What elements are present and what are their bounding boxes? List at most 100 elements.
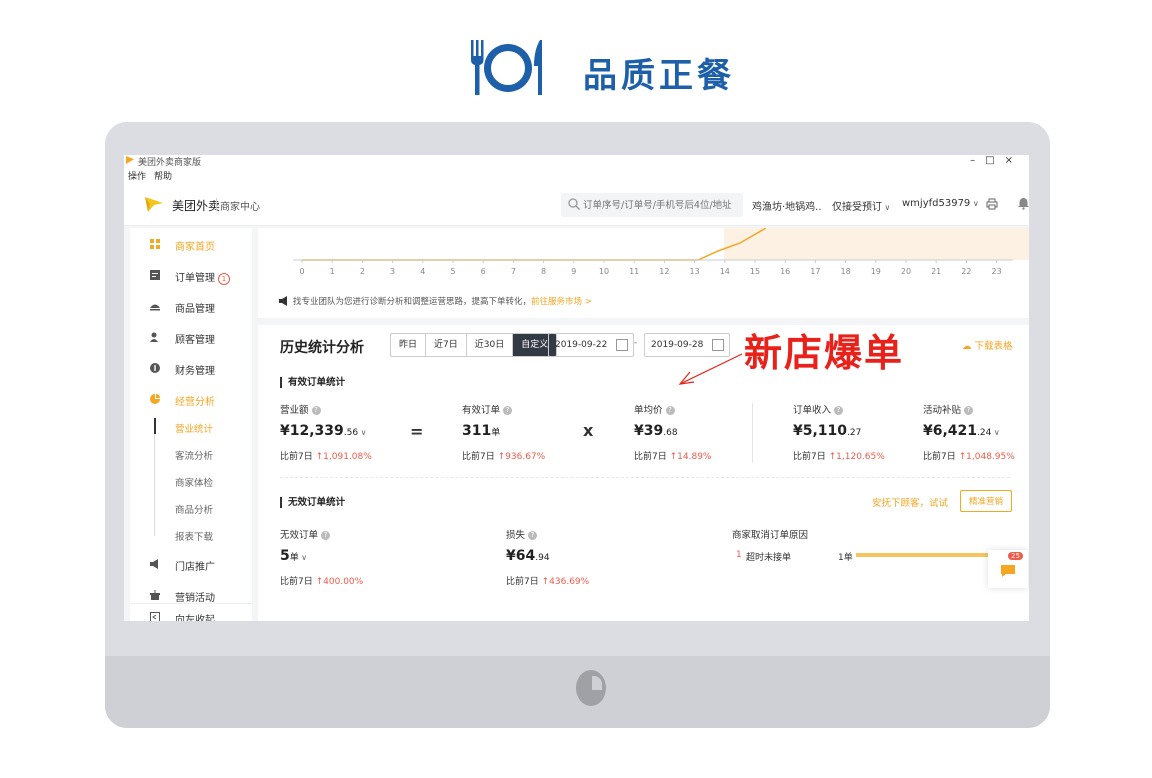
annotation-arrow bbox=[678, 353, 743, 385]
order-mode-dropdown[interactable]: 仅接受预订 ∨ bbox=[832, 198, 890, 213]
printer-icon[interactable] bbox=[986, 198, 998, 210]
sidebar-item-promotion[interactable]: 门店推广 bbox=[130, 553, 252, 577]
submenu-report-download[interactable]: 报表下载 bbox=[175, 529, 213, 543]
x-tick-label: 9 bbox=[571, 267, 576, 276]
submenu-traffic-analysis[interactable]: 客流分析 bbox=[175, 448, 213, 462]
metric-value: ¥5,110 bbox=[793, 423, 848, 439]
sidebar-item-customers[interactable]: 顾客管理 bbox=[130, 326, 252, 350]
close-icon[interactable]: × bbox=[1005, 155, 1023, 166]
sidebar-collapse[interactable]: 向左收起 bbox=[130, 606, 252, 621]
metric-compare-label: 比前7日 bbox=[280, 452, 313, 462]
x-tick-label: 0 bbox=[299, 267, 304, 276]
x-tick-label: 5 bbox=[450, 267, 455, 276]
window-controls[interactable]: –□× bbox=[970, 155, 1023, 166]
service-market-link[interactable]: 前往服务市场 > bbox=[531, 297, 592, 307]
metric-decimal: .68 bbox=[663, 428, 678, 438]
sidebar-item-analysis[interactable]: 经营分析 bbox=[130, 388, 252, 412]
date-to: 2019-09-28 bbox=[651, 340, 704, 350]
metric-label: 单均价 bbox=[634, 405, 663, 416]
trend-area-fill bbox=[724, 228, 1029, 260]
range-30days[interactable]: 近30日 bbox=[467, 334, 514, 356]
metric-decimal: 单 bbox=[289, 553, 299, 563]
hourly-trend-card: 0 1 2 3 4 5 6 7 8 9 10 11 12 13 14 15 16 17 18 19 20 21 22 23 找… bbox=[258, 228, 1029, 318]
metric-decimal: .94 bbox=[535, 553, 550, 563]
range-7days[interactable]: 近7日 bbox=[426, 334, 467, 356]
submenu-line bbox=[154, 418, 155, 536]
top-nav: 美团外卖 商家中心 鸡渔坊·地锅鸡.. 仅接受预订 ∨ wmjyfd53979 … bbox=[124, 185, 1029, 226]
download-table-button[interactable]: ☁ 下载表格 bbox=[962, 338, 1013, 352]
range-yesterday[interactable]: 昨日 bbox=[391, 334, 427, 356]
chevron-down-icon[interactable]: ∨ bbox=[358, 428, 367, 437]
x-tick-label: 18 bbox=[841, 267, 851, 276]
section-divider bbox=[280, 477, 1010, 479]
metric-value: 311 bbox=[462, 423, 492, 439]
submenu-product-analysis[interactable]: 商品分析 bbox=[175, 502, 213, 516]
help-icon[interactable]: ? bbox=[503, 406, 513, 415]
sidebar-item-label: 经营分析 bbox=[175, 397, 215, 408]
search-icon bbox=[568, 198, 580, 210]
precision-marketing-button[interactable]: 精准营销 bbox=[960, 490, 1013, 512]
finance-icon bbox=[150, 363, 160, 373]
metric-change: ↑436.69% bbox=[541, 577, 590, 587]
range-selector[interactable]: 昨日 近7日 近30日 自定义 bbox=[390, 333, 558, 357]
date-from-picker[interactable]: 2019-09-22 bbox=[548, 333, 634, 357]
submenu-shop-checkup[interactable]: 商家体检 bbox=[175, 475, 213, 489]
x-tick-label: 2 bbox=[360, 267, 365, 276]
metric-label: 营业额 bbox=[280, 405, 309, 416]
shop-name[interactable]: 鸡渔坊·地锅鸡.. bbox=[752, 198, 822, 213]
menu-operate[interactable]: 操作 bbox=[128, 172, 146, 182]
metric-change: ↑1,091.08% bbox=[315, 452, 372, 462]
x-tick-label: 21 bbox=[931, 267, 941, 276]
x-axis-ticks: 0 1 2 3 4 5 6 7 8 9 10 11 12 13 14 15 16 17 18 19 20 21 22 23 bbox=[299, 260, 1002, 276]
order-count-badge: 1 bbox=[218, 273, 230, 285]
order-search-box[interactable] bbox=[561, 193, 743, 217]
gift-icon bbox=[150, 590, 160, 600]
annotation-text: 新店爆单 bbox=[744, 330, 905, 375]
submenu-business-stats[interactable]: 营业统计 bbox=[175, 421, 213, 435]
equals-operator: = bbox=[410, 422, 424, 441]
search-input[interactable] bbox=[583, 196, 739, 214]
metric-label: 有效订单 bbox=[462, 405, 501, 416]
x-tick-label: 22 bbox=[961, 267, 971, 276]
x-tick-label: 7 bbox=[511, 267, 516, 276]
metric-value: ¥12,339 bbox=[280, 423, 344, 439]
help-icon[interactable]: ? bbox=[964, 406, 974, 415]
x-tick-label: 17 bbox=[810, 267, 820, 276]
help-icon[interactable]: ? bbox=[321, 531, 331, 540]
user-dropdown[interactable]: wmjyfd53979 ∨ bbox=[902, 198, 979, 209]
chat-button[interactable]: 25 bbox=[988, 550, 1028, 588]
menu-help[interactable]: 帮助 bbox=[154, 172, 172, 182]
x-tick-label: 3 bbox=[390, 267, 395, 276]
sidebar-item-label: 营销活动 bbox=[175, 593, 215, 604]
date-from: 2019-09-22 bbox=[555, 340, 608, 350]
grid-icon bbox=[150, 239, 160, 249]
customer-icon bbox=[150, 332, 158, 342]
help-icon[interactable]: ? bbox=[528, 531, 538, 540]
x-tick-label: 11 bbox=[629, 267, 639, 276]
metric-label: 损失 bbox=[506, 530, 526, 541]
help-icon[interactable]: ? bbox=[311, 406, 321, 415]
calendar-icon bbox=[616, 339, 628, 351]
chevron-down-icon[interactable]: ∨ bbox=[991, 428, 1000, 437]
metric-invalid-orders: 无效订单? 5单 ∨ 比前7日 ↑400.00% bbox=[280, 527, 363, 587]
sidebar-item-products[interactable]: 商品管理 bbox=[130, 295, 252, 319]
metric-decimal: .27 bbox=[847, 428, 862, 438]
cancel-reason-label: 超时未接单 bbox=[746, 553, 792, 563]
sidebar-item-orders[interactable]: 订单管理 1 bbox=[130, 264, 252, 288]
x-tick-label: 12 bbox=[659, 267, 669, 276]
meituan-kangaroo-logo-icon bbox=[145, 197, 163, 212]
sidebar-item-marketing[interactable]: 营销活动 bbox=[130, 584, 252, 608]
help-icon[interactable]: ? bbox=[665, 406, 675, 415]
metric-value: ¥64 bbox=[506, 548, 536, 564]
help-icon[interactable]: ? bbox=[834, 406, 844, 415]
bell-icon[interactable] bbox=[1018, 197, 1029, 210]
cancel-reason-rank: 1 bbox=[736, 550, 742, 560]
dish-icon bbox=[150, 304, 160, 311]
sidebar-item-home[interactable]: 商家首页 bbox=[130, 233, 252, 257]
sidebar-item-finance[interactable]: 财务管理 bbox=[130, 357, 252, 381]
history-title: 历史统计分析 bbox=[280, 340, 364, 356]
chevron-down-icon[interactable]: ∨ bbox=[299, 553, 307, 562]
metric-compare-label: 比前7日 bbox=[634, 452, 667, 462]
maximize-icon[interactable]: □ bbox=[985, 155, 1004, 166]
minimize-icon[interactable]: – bbox=[970, 155, 985, 166]
